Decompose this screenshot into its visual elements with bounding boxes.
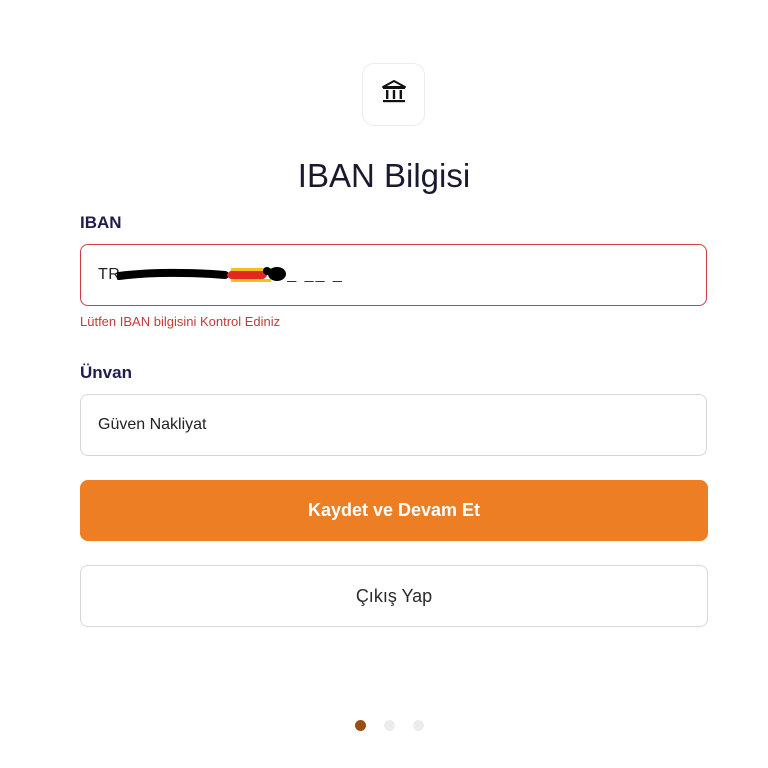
pagination-dot-1[interactable] (355, 720, 366, 731)
iban-mask: _ __ _ (287, 266, 344, 283)
unvan-input[interactable]: Güven Nakliyat (80, 394, 707, 456)
iban-form-page: IBAN Bilgisi IBAN TR _ __ _ Lütfen IBAN … (0, 0, 768, 768)
unvan-label: Ünvan (80, 363, 132, 382)
save-continue-button[interactable]: Kaydet ve Devam Et (80, 480, 708, 541)
iban-input[interactable]: TR _ __ _ (80, 244, 707, 306)
unvan-value: Güven Nakliyat (98, 416, 207, 433)
pagination-dot-2[interactable] (384, 720, 395, 731)
logout-button[interactable]: Çıkış Yap (80, 565, 708, 627)
pagination-dot-3[interactable] (413, 720, 424, 731)
redaction-mark (115, 265, 287, 285)
bank-icon-box (362, 63, 425, 126)
page-title: IBAN Bilgisi (297, 157, 471, 194)
iban-error-message: Lütfen IBAN bilgisini Kontrol Ediniz (80, 314, 281, 329)
iban-label: IBAN (80, 213, 122, 232)
pagination-dots (355, 720, 424, 731)
bank-icon (381, 79, 407, 110)
